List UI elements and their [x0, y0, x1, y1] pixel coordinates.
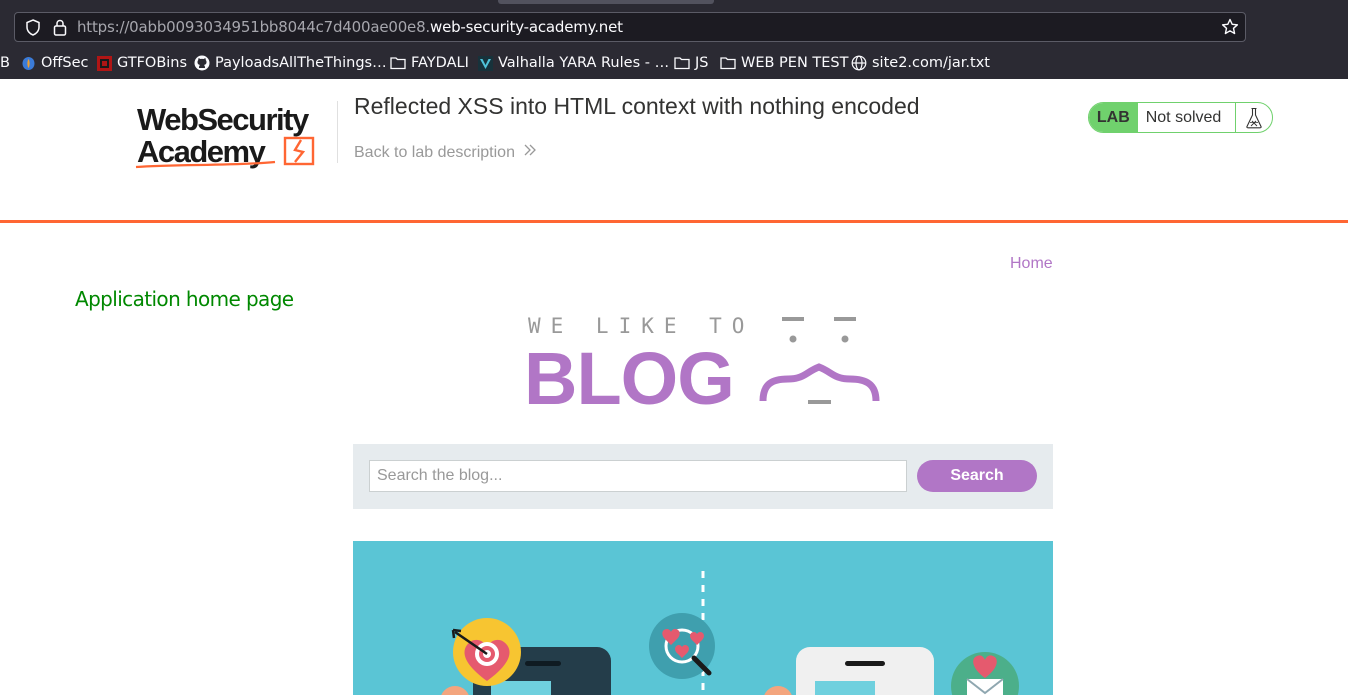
target-heart-icon	[451, 618, 521, 686]
folder-icon	[390, 56, 406, 70]
bookmark-valhalla[interactable]: Valhalla YARA Rules - …	[478, 51, 669, 75]
logo-bolt	[293, 139, 306, 163]
back-link-label: Back to lab description	[354, 143, 515, 161]
valhalla-icon	[478, 55, 493, 71]
browser-chrome: https://0abb0093034951bb8044c7d400ae00e8…	[0, 0, 1348, 79]
lab-badge: LAB	[1089, 103, 1138, 132]
lab-status-widget: LAB Not solved	[1088, 102, 1273, 133]
bookmark-item[interactable]: B	[0, 51, 10, 75]
lab-status-text: Not solved	[1145, 108, 1222, 126]
folder-icon	[720, 56, 736, 70]
flask-icon	[1235, 103, 1272, 132]
bookmark-folder-js[interactable]: JS	[674, 51, 708, 75]
bookmark-label: GTFOBins	[117, 55, 188, 71]
bookmark-offsec[interactable]: OffSec	[21, 51, 89, 75]
bookmark-folder-faydali[interactable]: FAYDALI	[390, 51, 469, 75]
gtfobins-icon	[97, 55, 112, 71]
bookmark-gtfobins[interactable]: GTFOBins	[97, 51, 187, 75]
github-icon	[194, 55, 210, 71]
search-button[interactable]: Search	[917, 460, 1037, 492]
offsec-icon	[21, 56, 36, 71]
application-home-page-text: Application home page	[75, 287, 294, 311]
shield-icon[interactable]	[25, 19, 41, 41]
logo-line1: WebSecurity	[137, 102, 310, 137]
address-bar[interactable]: https://0abb0093034951bb8044c7d400ae00e8…	[14, 12, 1246, 42]
lock-icon[interactable]	[53, 19, 67, 41]
home-link[interactable]: Home	[1010, 255, 1053, 273]
header-divider	[0, 220, 1348, 223]
search-panel: Search	[353, 444, 1053, 509]
bookmark-label: B	[0, 55, 10, 71]
search-input[interactable]	[369, 460, 907, 492]
magnifier-hearts-icon	[649, 613, 715, 679]
globe-icon	[851, 55, 867, 71]
bookmark-site2[interactable]: site2.com/jar.txt	[851, 51, 990, 75]
bookmark-label: OffSec	[41, 55, 89, 71]
bookmark-star-icon[interactable]	[1221, 18, 1239, 41]
bookmark-label: PayloadsAllTheThings…	[215, 55, 387, 71]
active-tab-indicator[interactable]	[498, 0, 714, 4]
bookmark-folder-web-pen-test[interactable]: WEB PEN TEST	[720, 51, 849, 75]
url-domain: web-security-academy.net	[430, 18, 623, 36]
blog-face-icon	[759, 317, 880, 404]
folder-icon	[674, 56, 690, 70]
bookmark-label: FAYDALI	[411, 55, 469, 71]
bookmark-label: site2.com/jar.txt	[872, 55, 990, 71]
bookmark-payloadsallthethings[interactable]: PayloadsAllTheThings…	[194, 51, 387, 75]
back-to-lab-description-link[interactable]: Back to lab description	[354, 143, 537, 162]
blog-banner: WE LIKE TO BLOG	[524, 312, 886, 420]
envelope-heart-icon	[951, 652, 1019, 695]
right-phone-illustration	[796, 647, 934, 695]
bookmark-label: JS	[695, 55, 709, 71]
bookmark-label: WEB PEN TEST	[741, 55, 849, 71]
logo-separator	[337, 101, 338, 163]
url-text[interactable]: https://0abb0093034951bb8044c7d400ae00e8…	[77, 18, 623, 36]
lab-title: Reflected XSS into HTML context with not…	[354, 93, 920, 119]
web-security-academy-logo[interactable]: WebSecurity Academy	[135, 100, 335, 177]
url-prefix: https://0abb0093034951bb8044c7d400ae00e8…	[77, 18, 430, 36]
double-chevron-right-icon	[523, 143, 537, 162]
blog-post-image[interactable]	[353, 541, 1053, 695]
blog-tagline: WE LIKE TO	[528, 314, 754, 338]
bookmark-label: Valhalla YARA Rules - …	[498, 55, 670, 71]
bookmarks-toolbar: B OffSec GTFOBins PayloadsAllTheThings… …	[0, 51, 1348, 75]
blog-word: BLOG	[526, 337, 734, 412]
